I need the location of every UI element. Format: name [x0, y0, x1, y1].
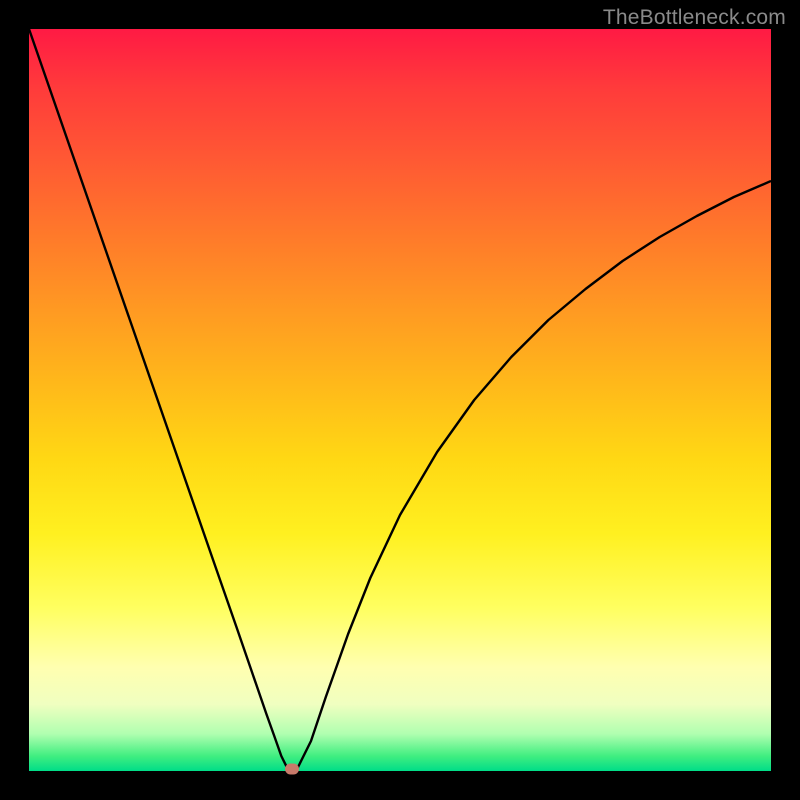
plot-area — [29, 29, 771, 771]
optimum-marker — [285, 764, 299, 775]
curve-path — [29, 29, 771, 771]
watermark-text: TheBottleneck.com — [603, 6, 786, 30]
bottleneck-curve — [29, 29, 771, 771]
